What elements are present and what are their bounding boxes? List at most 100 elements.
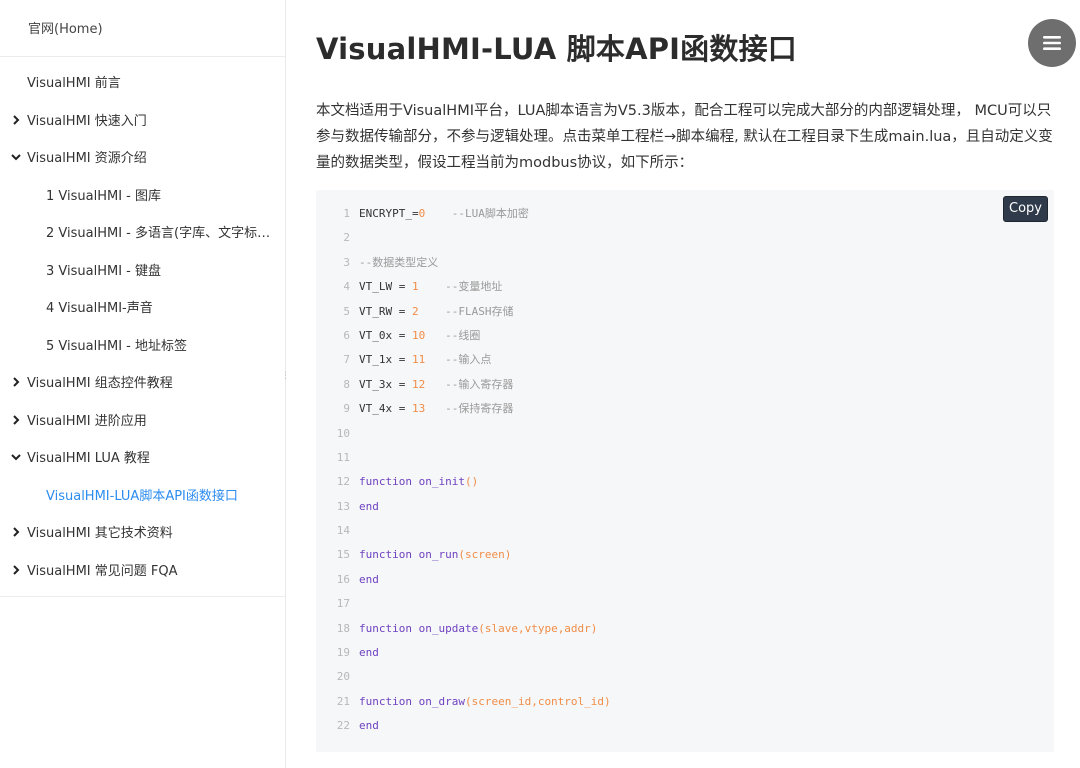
copy-button[interactable]: Copy <box>1003 196 1048 222</box>
sidebar-nav: 官网(Home) VisualHMI 前言 VisualHMI 快速入门 Visua… <box>0 0 290 768</box>
line-number: 4 <box>343 280 350 294</box>
code-line: 2 <box>316 226 611 250</box>
line-number: 21 <box>336 694 350 708</box>
line-number: 22 <box>336 719 350 733</box>
code-token: ENCRYPT_= <box>359 207 419 220</box>
code-line: 12 function on_init() <box>316 470 611 494</box>
sidebar-item-label: 4 VisualHMI-声音 <box>46 301 153 316</box>
chevron-right-icon <box>9 365 23 402</box>
code-lines: 1 ENCRYPT_=0 --LUA脚本加密 2 3 --数据类型定义 4 VT_LW = … <box>316 202 611 739</box>
sidebar-item[interactable]: VisualHMI LUA 教程 <box>0 440 285 478</box>
code-token: VT_4x = <box>359 402 412 416</box>
code-line: 3 --数据类型定义 <box>316 251 611 275</box>
code-token: VT_1x = <box>359 353 412 367</box>
code-token: 1 <box>411 280 419 294</box>
chevron-right-icon <box>9 403 23 440</box>
code-token: 12 <box>411 377 426 391</box>
sidebar-item[interactable]: VisualHMI 其它技术资料 <box>0 515 285 553</box>
sidebar-list: VisualHMI 前言 VisualHMI 快速入门 VisualHMI 资源介绍… <box>0 57 285 597</box>
code-token: VT_3x = <box>359 377 412 391</box>
line-number: 2 <box>343 231 350 245</box>
code-token: function on_update <box>359 621 479 635</box>
sidebar-item[interactable]: 5 VisualHMI - 地址标签 <box>0 328 285 366</box>
line-number: 16 <box>336 572 350 586</box>
code-token: end <box>359 719 379 733</box>
code-token: 13 <box>411 402 426 416</box>
sidebar-item[interactable]: 4 VisualHMI-声音 <box>0 290 285 328</box>
chevron-right-icon <box>9 553 23 590</box>
code-line: 15 function on_run(screen) <box>316 543 611 567</box>
chevron-down-icon <box>9 440 23 477</box>
sidebar-item-label: VisualHMI 快速入门 <box>27 113 147 129</box>
chevron-right-icon <box>9 515 23 552</box>
code-line: 19 end <box>316 641 611 665</box>
sidebar-item[interactable]: 3 VisualHMI - 键盘 <box>0 253 285 291</box>
code-line: 10 <box>316 422 611 446</box>
sidebar-item[interactable]: VisualHMI 资源介绍 <box>0 140 285 178</box>
sidebar-item[interactable]: VisualHMI 进阶应用 <box>0 403 285 441</box>
code-token: end <box>359 646 379 660</box>
line-number: 7 <box>343 353 350 367</box>
code-token: --输入寄存器 <box>425 377 514 391</box>
chevron-right-icon <box>9 103 23 140</box>
line-number: 14 <box>336 524 350 538</box>
line-number: 12 <box>336 475 350 489</box>
sidebar-item-label: VisualHMI 前言 <box>27 76 121 91</box>
sidebar-item-label: 1 VisualHMI - 图库 <box>46 188 161 204</box>
code-line: 8 VT_3x = 12 --输入寄存器 <box>316 373 611 397</box>
sidebar-item[interactable]: VisualHMI 组态控件教程 <box>0 365 285 403</box>
resize-handle-icon[interactable]: ⋮ <box>281 372 290 386</box>
sidebar-item[interactable]: VisualHMI 常见问题 FQA <box>0 553 285 591</box>
code-token: 10 <box>411 328 426 342</box>
sidebar-item-label: 2 VisualHMI - 多语言(字库、文字标… <box>46 226 271 241</box>
line-number: 8 <box>343 377 350 391</box>
code-token: --变量地址 <box>418 280 503 294</box>
line-number: 9 <box>343 402 350 416</box>
code-block: Copy 1 ENCRYPT_=0 --LUA脚本加密 2 3 --数据类型定义 4 VT_… <box>316 190 1054 752</box>
code-line: 21 function on_draw(screen_id,control_id) <box>316 690 611 714</box>
code-token: function on_init <box>359 475 465 489</box>
code-token: VT_LW = <box>359 280 412 294</box>
code-line: 13 end <box>316 495 611 519</box>
code-token: --线圈 <box>425 328 481 342</box>
code-token: (screen_id,control_id) <box>464 694 611 708</box>
sidebar-item-label: VisualHMI-LUA脚本API函数接口 <box>46 488 238 504</box>
code-line: 7 VT_1x = 11 --输入点 <box>316 348 611 372</box>
code-token: 11 <box>411 353 426 367</box>
line-number: 10 <box>336 426 350 440</box>
sidebar-item-label: VisualHMI 其它技术资料 <box>27 526 173 541</box>
code-line: 18 function on_update(slave,vtype,addr) <box>316 617 611 641</box>
sidebar-item[interactable]: VisualHMI 快速入门 <box>0 103 285 141</box>
hamburger-menu-button[interactable] <box>1028 19 1076 67</box>
sidebar-item-label: VisualHMI LUA 教程 <box>27 451 150 466</box>
sidebar-item-label: 3 VisualHMI - 键盘 <box>46 263 161 279</box>
intro-paragraph: 本文档适用于VisualHMI平台，LUA脚本语言为V5.3版本，配合工程可以完… <box>316 103 1053 171</box>
code-token: --保持寄存器 <box>425 402 514 416</box>
code-line: 11 <box>316 446 611 470</box>
code-line: 6 VT_0x = 10 --线圈 <box>316 324 611 348</box>
code-token: function on_draw <box>359 694 465 708</box>
sidebar-item[interactable]: VisualHMI 前言 <box>0 65 285 103</box>
sidebar-item[interactable]: 1 VisualHMI - 图库 <box>0 178 285 216</box>
sidebar-item[interactable]: 2 VisualHMI - 多语言(字库、文字标… <box>0 215 285 253</box>
chevron-down-icon <box>9 140 23 177</box>
code-line: 14 <box>316 519 611 543</box>
code-line: 17 <box>316 592 611 616</box>
code-line: 20 <box>316 665 611 689</box>
line-number: 18 <box>336 621 350 635</box>
hamburger-menu-icon <box>1043 36 1061 50</box>
line-number: 11 <box>336 450 350 464</box>
page-title: VisualHMI-LUA 脚本API函数接口 <box>316 32 797 66</box>
code-token: VT_0x = <box>359 328 412 342</box>
code-token: VT_RW = <box>359 304 412 318</box>
sidebar-item[interactable]: VisualHMI-LUA脚本API函数接口 <box>0 478 285 516</box>
code-line: 22 end <box>316 714 611 738</box>
line-number: 19 <box>336 646 350 660</box>
line-number: 6 <box>343 328 350 342</box>
line-number: 13 <box>336 499 350 513</box>
sidebar-item-label: VisualHMI 进阶应用 <box>27 413 147 429</box>
line-number: 1 <box>343 207 350 220</box>
sidebar-home-link[interactable]: 官网(Home) <box>0 0 285 57</box>
sidebar-item-label: VisualHMI 资源介绍 <box>27 151 147 166</box>
line-number: 3 <box>343 255 350 269</box>
